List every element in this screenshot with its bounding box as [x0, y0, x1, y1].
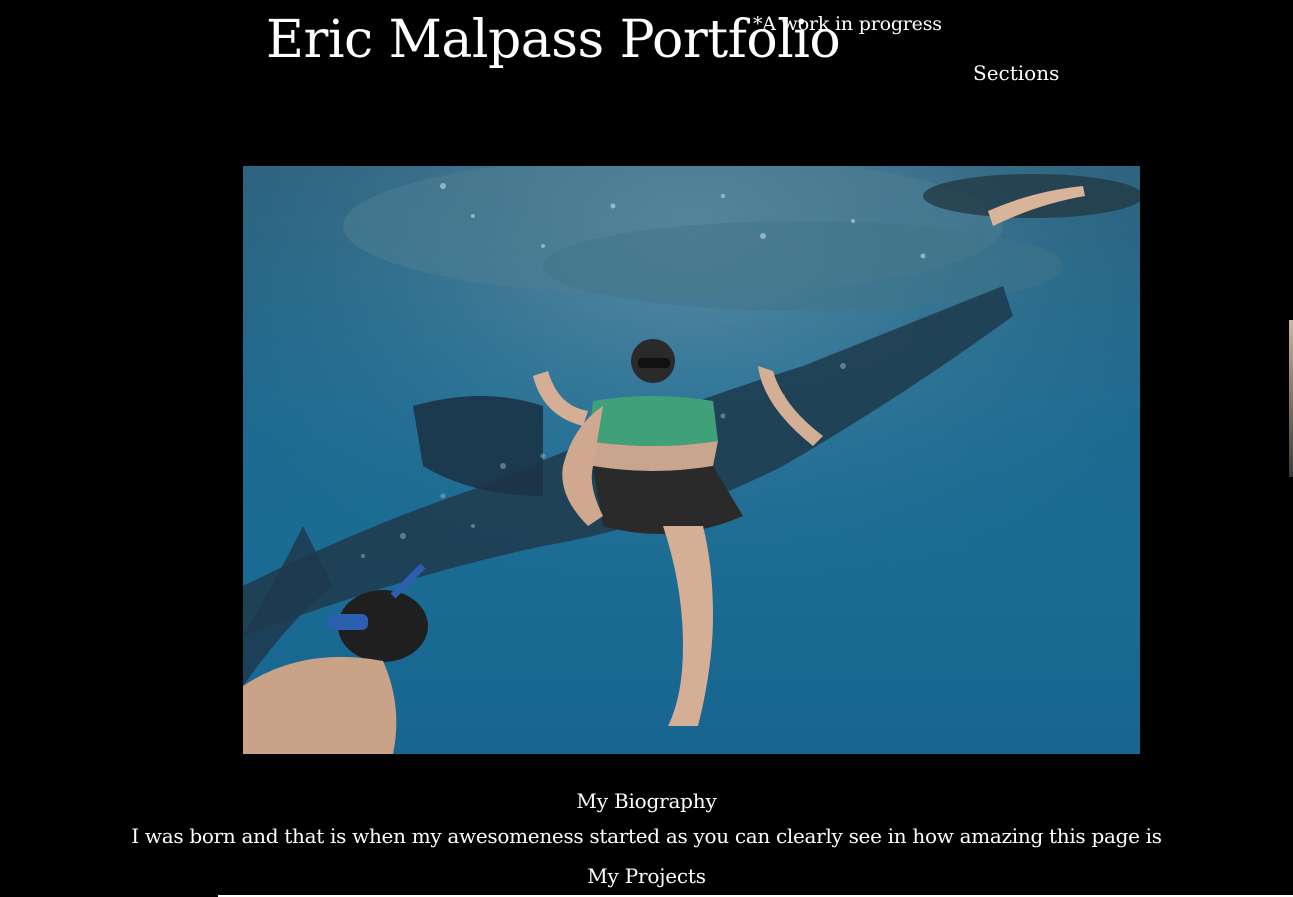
projects-heading: My Projects: [587, 864, 706, 888]
offscreen-slide-edge: [1289, 320, 1293, 477]
sections-nav-link[interactable]: Sections: [973, 61, 1059, 85]
biography-heading: My Biography: [576, 789, 717, 813]
portfolio-page: Eric Malpass Portfolio *A work in progre…: [0, 0, 1293, 897]
hero-photo: [243, 166, 1140, 754]
hero-photo-illustration: [243, 166, 1140, 754]
biography-text: I was born and that is when my awesomene…: [131, 824, 1162, 848]
work-in-progress-note: *A work in progress: [753, 13, 942, 35]
